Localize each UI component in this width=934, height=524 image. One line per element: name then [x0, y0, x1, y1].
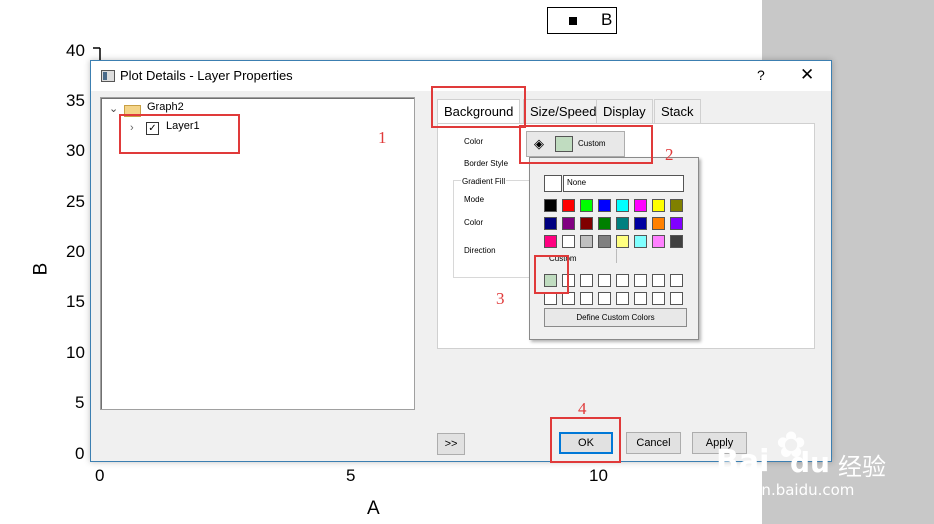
palette-swatch[interactable]: [652, 235, 665, 248]
help-button[interactable]: ?: [757, 67, 765, 83]
y-tick-35: 35: [66, 91, 85, 110]
palette-swatch[interactable]: [670, 235, 683, 248]
tab-display[interactable]: Display: [596, 99, 653, 124]
y-tick-15: 15: [66, 292, 85, 311]
palette-swatch[interactable]: [580, 199, 593, 212]
y-tick-5: 5: [75, 393, 85, 412]
close-button[interactable]: ✕: [800, 65, 814, 85]
none-option[interactable]: None: [563, 175, 684, 192]
custom-swatch[interactable]: [634, 274, 647, 287]
y-tick-40: 40: [66, 41, 85, 60]
palette-swatch[interactable]: [634, 235, 647, 248]
annotation-marker-4: 4: [578, 399, 587, 418]
custom-swatch[interactable]: [616, 292, 629, 305]
custom-swatch[interactable]: [616, 274, 629, 287]
y-axis-label: B: [30, 262, 52, 276]
x-tick-10: 10: [589, 466, 608, 485]
watermark-brand: Bai: [716, 444, 770, 479]
annotation-marker-1: 1: [378, 128, 387, 147]
palette-swatch[interactable]: [544, 199, 557, 212]
direction-label: Direction: [464, 246, 496, 255]
annotation-marker-3: 3: [496, 289, 505, 308]
annotation-box-1: [119, 114, 240, 154]
watermark-url: jingyan.baidu.com: [716, 481, 855, 499]
custom-swatch[interactable]: [652, 292, 665, 305]
x-axis-label: A: [367, 498, 380, 519]
gradient-color-label: Color: [464, 218, 484, 227]
palette-swatch[interactable]: [562, 235, 575, 248]
more-button[interactable]: >>: [437, 433, 465, 455]
watermark-cn: 经验: [838, 453, 886, 481]
app-icon: [101, 70, 115, 82]
palette-swatch[interactable]: [670, 199, 683, 212]
color-picker-popup: None Custom Define Custom Colors: [529, 157, 699, 340]
palette-swatch[interactable]: [652, 199, 665, 212]
custom-divider: [616, 249, 617, 263]
define-custom-colors-button[interactable]: Define Custom Colors: [544, 308, 687, 327]
palette-swatch[interactable]: [580, 217, 593, 230]
none-swatch[interactable]: [544, 175, 562, 192]
cancel-button[interactable]: Cancel: [626, 432, 681, 454]
palette-swatch[interactable]: [634, 217, 647, 230]
custom-swatch[interactable]: [580, 274, 593, 287]
palette-swatch[interactable]: [616, 235, 629, 248]
color-label: Color: [464, 137, 484, 146]
palette-swatch[interactable]: [598, 217, 611, 230]
gradient-fill-label: Gradient Fill: [461, 177, 507, 186]
custom-swatch[interactable]: [670, 274, 683, 287]
annotation-marker-2: 2: [665, 145, 674, 164]
palette-swatch[interactable]: [652, 217, 665, 230]
palette-swatch[interactable]: [580, 235, 593, 248]
legend-label: B: [601, 10, 613, 29]
custom-swatch[interactable]: [652, 274, 665, 287]
tab-stack[interactable]: Stack: [654, 99, 701, 124]
annotation-box-3: [534, 255, 569, 294]
palette-swatch[interactable]: [544, 217, 557, 230]
palette-swatch[interactable]: [562, 217, 575, 230]
y-tick-20: 20: [66, 242, 85, 261]
custom-swatch[interactable]: [598, 274, 611, 287]
y-tick-10: 10: [66, 343, 85, 362]
custom-swatch[interactable]: [634, 292, 647, 305]
x-tick-0: 0: [95, 466, 105, 485]
dialog-title: Plot Details - Layer Properties: [120, 68, 293, 83]
border-style-label: Border Style: [464, 159, 509, 168]
annotation-box-2: [519, 125, 653, 164]
annotation-box-tab: [431, 86, 526, 128]
none-label: None: [567, 178, 587, 187]
custom-swatch[interactable]: [670, 292, 683, 305]
palette-swatch[interactable]: [670, 217, 683, 230]
palette-swatch[interactable]: [562, 199, 575, 212]
custom-swatch[interactable]: [598, 292, 611, 305]
palette-swatch[interactable]: [598, 235, 611, 248]
palette-swatch[interactable]: [598, 199, 611, 212]
tree-item-graph[interactable]: Graph2: [147, 101, 184, 113]
legend-symbol: [569, 17, 577, 25]
y-tick-0: 0: [75, 444, 85, 463]
tab-size-speed[interactable]: Size/Speed: [523, 99, 604, 124]
palette-swatch[interactable]: [616, 217, 629, 230]
expand-graph-icon[interactable]: ⌄: [109, 102, 118, 115]
y-tick-30: 30: [66, 141, 85, 160]
watermark-brand-du: du: [790, 446, 830, 479]
plot-legend: B: [547, 7, 617, 34]
y-tick-25: 25: [66, 192, 85, 211]
palette-swatch[interactable]: [544, 235, 557, 248]
mode-label: Mode: [464, 195, 485, 204]
palette-swatch[interactable]: [634, 199, 647, 212]
palette-swatch[interactable]: [616, 199, 629, 212]
custom-swatch[interactable]: [580, 292, 593, 305]
x-tick-5: 5: [346, 466, 356, 485]
annotation-box-4: [550, 417, 621, 463]
